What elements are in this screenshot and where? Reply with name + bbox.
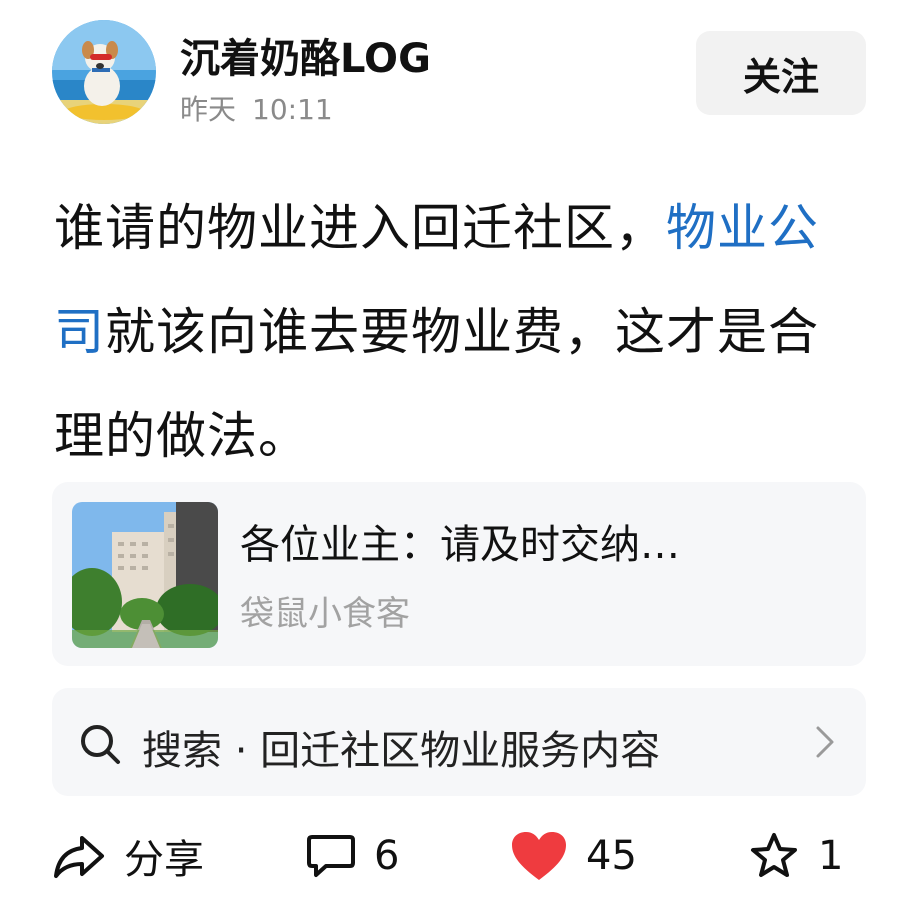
article-thumbnail — [72, 502, 218, 648]
post-date: 昨天 — [180, 93, 237, 126]
share-label: 分享 — [124, 837, 204, 883]
post-text-part-2: 就该向谁去要物业费，这才是合理的做法。 — [54, 303, 819, 465]
related-search-bar[interactable]: 搜索 · 回迁社区物业服务内容 — [52, 688, 866, 796]
avatar-image — [52, 20, 156, 124]
username[interactable]: 沉着奶酪LOG — [180, 26, 431, 84]
star-icon — [751, 833, 797, 877]
post-timestamp: 昨天 10:11 — [180, 88, 333, 128]
search-icon — [81, 725, 120, 764]
avatar[interactable] — [52, 20, 156, 124]
chevron-right-icon — [816, 726, 834, 758]
post-header: 沉着奶酪LOG 昨天 10:11 关注 — [0, 0, 918, 140]
post-body: 谁请的物业进入回迁社区，物业公司就该向谁去要物业费，这才是合理的做法。 — [54, 176, 864, 488]
favorite-count: 1 — [818, 833, 844, 879]
post-text-part-1: 谁请的物业进入回迁社区， — [54, 199, 666, 257]
share-button[interactable]: 分享 — [52, 816, 204, 896]
favorite-button[interactable]: 1 — [748, 816, 843, 896]
post-action-bar: 分享 6 45 1 — [0, 816, 918, 896]
comment-button[interactable]: 6 — [306, 816, 399, 896]
post-clock: 10:11 — [252, 93, 333, 126]
article-source: 袋鼠小食客 — [240, 594, 410, 634]
like-button[interactable]: 45 — [510, 816, 637, 896]
linked-article-card[interactable]: 各位业主：请及时交纳… 袋鼠小食客 — [52, 482, 866, 666]
article-title: 各位业主：请及时交纳… — [240, 522, 680, 568]
follow-button[interactable]: 关注 — [696, 31, 866, 115]
comment-icon — [307, 835, 355, 877]
search-query-label: 搜索 · 回迁社区物业服务内容 — [142, 728, 661, 774]
heart-icon — [512, 832, 566, 880]
like-count: 45 — [586, 833, 637, 879]
comment-count: 6 — [374, 833, 400, 879]
share-icon — [54, 836, 104, 878]
